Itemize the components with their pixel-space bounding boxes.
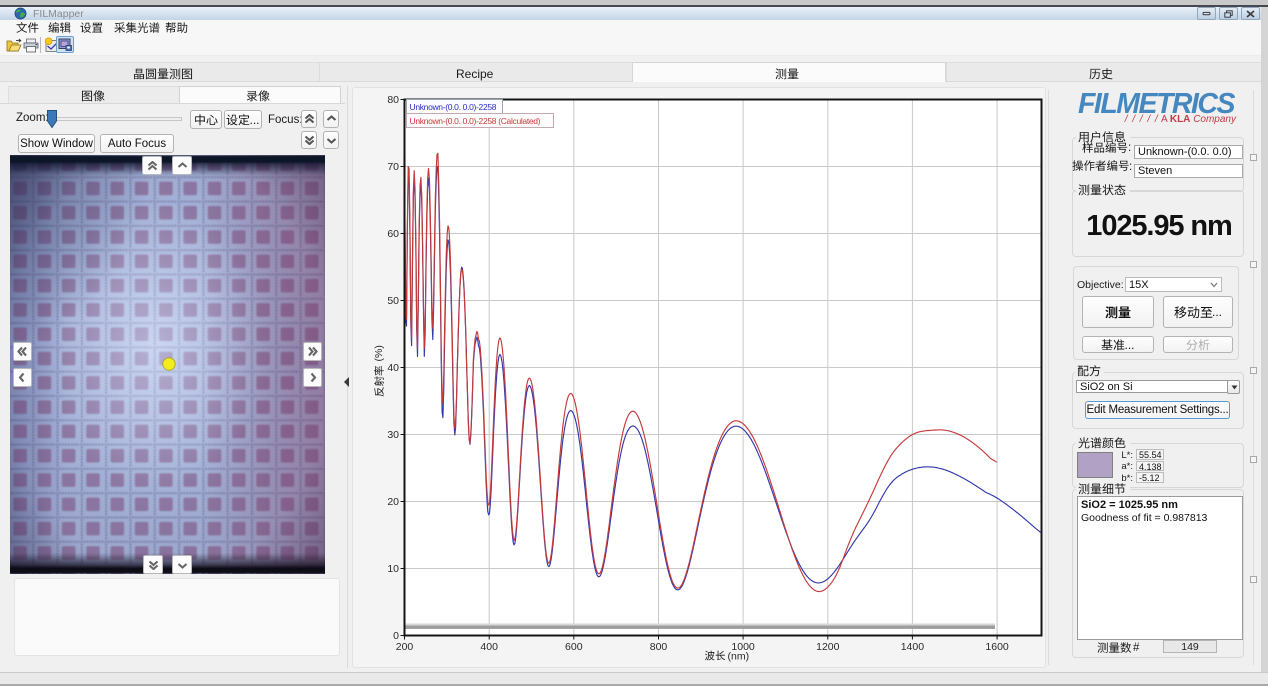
svg-text:200: 200 [396, 641, 414, 653]
svg-text:400: 400 [480, 641, 498, 653]
svg-text:70: 70 [387, 161, 399, 173]
svg-text:10: 10 [387, 563, 399, 575]
svg-text:(nm): (nm) [728, 651, 750, 663]
svg-text:30: 30 [387, 429, 399, 441]
svg-text:Unknown-(0.0. 0.0)-2258: Unknown-(0.0. 0.0)-2258 [410, 102, 497, 112]
svg-text:50: 50 [387, 295, 399, 307]
svg-text:1600: 1600 [985, 641, 1009, 653]
svg-text:(%): (%) [373, 345, 385, 361]
svg-text:1400: 1400 [901, 641, 925, 653]
svg-text:1200: 1200 [816, 641, 840, 653]
svg-text:40: 40 [387, 362, 399, 374]
svg-text:Unknown-(0.0. 0.0)-2258 (Calcu: Unknown-(0.0. 0.0)-2258 (Calculated) [410, 116, 541, 126]
svg-text:80: 80 [387, 94, 399, 106]
svg-text:800: 800 [650, 641, 668, 653]
svg-text:600: 600 [565, 641, 583, 653]
svg-text:60: 60 [387, 228, 399, 240]
svg-text:20: 20 [387, 496, 399, 508]
